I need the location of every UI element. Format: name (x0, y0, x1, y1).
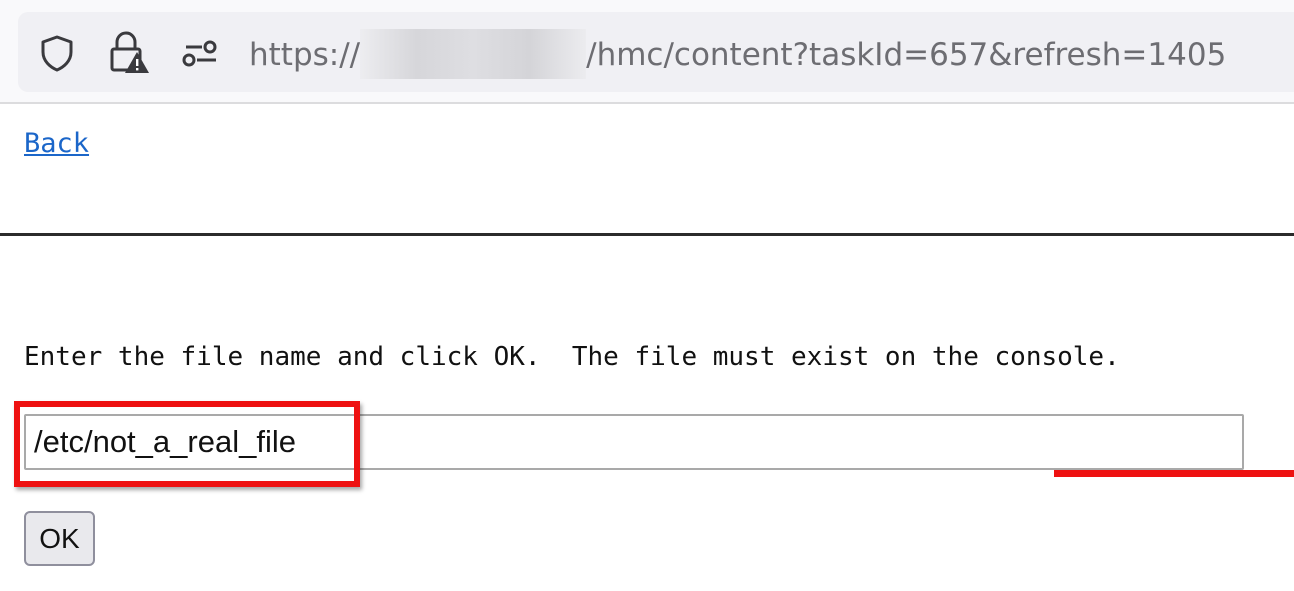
url-text[interactable]: https:// /hmc/content?taskId=657&refresh=… (249, 29, 1226, 79)
file-name-input[interactable] (24, 414, 1244, 470)
divider (0, 233, 1294, 236)
url-prefix: https:// (249, 37, 361, 73)
permissions-icon[interactable] (180, 38, 224, 73)
lock-warning-icon[interactable] (108, 30, 150, 79)
shield-icon[interactable] (38, 34, 76, 77)
url-path: /hmc/content?taskId=657&refresh=1405 (586, 37, 1227, 73)
instructions-text: Enter the file name and click OK. The fi… (24, 342, 1120, 372)
annotation-underline (1054, 470, 1294, 477)
browser-toolbar: https:// /hmc/content?taskId=657&refresh=… (0, 0, 1294, 104)
back-link[interactable]: Back (24, 128, 89, 159)
redacted-host (360, 29, 587, 79)
ok-button[interactable]: OK (24, 511, 95, 566)
